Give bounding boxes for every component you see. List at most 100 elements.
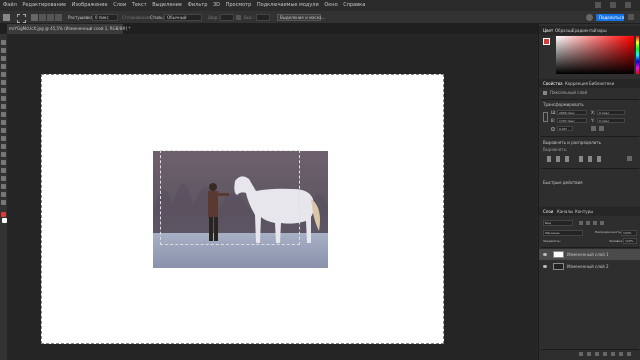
tab-layers[interactable]: Слои (543, 207, 553, 216)
flip-vertical-icon[interactable] (599, 126, 604, 131)
link-icon[interactable] (543, 112, 548, 122)
lasso-tool-icon[interactable] (1, 56, 6, 61)
menu-type[interactable]: Текст (132, 2, 147, 8)
align-bottom-icon[interactable] (597, 156, 601, 162)
align-left-icon[interactable] (547, 156, 551, 162)
tab-paths[interactable]: Контуры (575, 207, 593, 216)
type-tool-icon[interactable] (1, 168, 6, 173)
style-select[interactable]: Обычный (164, 14, 202, 21)
hue-slider[interactable] (636, 36, 639, 74)
align-top-icon[interactable] (579, 156, 583, 162)
tab-libraries[interactable]: Библиотеки (589, 79, 614, 88)
layer-name[interactable]: Измененный слой 1 (567, 249, 609, 260)
blur-tool-icon[interactable] (1, 144, 6, 149)
align-right-icon[interactable] (565, 156, 569, 162)
angle-input[interactable]: 0,00° (557, 126, 573, 131)
tab-swatches[interactable]: Образцы (555, 26, 574, 35)
zoom-tool-icon[interactable] (1, 200, 6, 205)
home-icon[interactable] (3, 14, 10, 21)
menu-help[interactable]: Справка (343, 2, 365, 8)
menu-layers[interactable]: Слои (113, 2, 126, 8)
menu-image[interactable]: Изображение (72, 2, 108, 8)
width-input[interactable] (220, 14, 234, 21)
adjustment-layer-icon[interactable] (603, 352, 607, 356)
blend-mode-select[interactable]: Обычные (543, 230, 583, 236)
layer-row[interactable]: Измененный слой 1 (539, 249, 640, 260)
smoothing-checkbox[interactable]: Сглаживание (122, 11, 151, 24)
more-options-icon[interactable] (627, 156, 632, 161)
tab-adjustments[interactable]: Коррекция (565, 79, 588, 88)
align-center-h-icon[interactable] (556, 156, 560, 162)
stamp-tool-icon[interactable] (1, 112, 6, 117)
gradient-tool-icon[interactable] (1, 136, 6, 141)
select-and-mask-button[interactable]: Выделение и маска... (277, 14, 325, 21)
transform-section-title[interactable]: Трансформировать (543, 102, 584, 107)
healing-tool-icon[interactable] (1, 96, 6, 101)
minimize-icon[interactable] (595, 2, 601, 8)
menu-edit[interactable]: Редактирование (22, 2, 66, 8)
marquee-tool-icon[interactable] (17, 14, 26, 23)
y-input[interactable]: 0 пикс (597, 118, 625, 123)
layer-row[interactable]: Измененный слой 2 (539, 261, 640, 272)
feather-input[interactable]: 0 пикс (92, 14, 118, 21)
move-tool-icon[interactable] (1, 40, 6, 45)
document-tab[interactable]: mrYGgMcUcX.jpg @ 45,5% (Измененный слой … (7, 24, 130, 34)
new-selection-icon[interactable] (31, 14, 38, 21)
intersect-selection-icon[interactable] (55, 14, 62, 21)
menu-filter[interactable]: Фильтр (188, 2, 208, 8)
hand-tool-icon[interactable] (1, 192, 6, 197)
eraser-tool-icon[interactable] (1, 128, 6, 133)
flip-horizontal-icon[interactable] (591, 126, 596, 131)
filter-adjustment-icon[interactable] (586, 221, 590, 225)
foreground-color-swatch[interactable] (543, 38, 550, 45)
layer-style-icon[interactable] (587, 352, 591, 356)
tab-color[interactable]: Цвет (543, 26, 553, 35)
add-selection-icon[interactable] (39, 14, 46, 21)
path-select-tool-icon[interactable] (1, 176, 6, 181)
align-section-title[interactable]: Выровнять и распределить (543, 140, 601, 145)
align-center-v-icon[interactable] (588, 156, 592, 162)
marquee-selection[interactable] (160, 150, 300, 245)
trash-icon[interactable] (627, 352, 631, 356)
menu-plugins[interactable]: Подключаемые модули (257, 2, 319, 8)
close-icon[interactable] (625, 2, 631, 8)
subtract-selection-icon[interactable] (47, 14, 54, 21)
crop-tool-icon[interactable] (1, 72, 6, 77)
fill-input[interactable]: 100% (623, 238, 637, 244)
link-layers-icon[interactable] (579, 352, 583, 356)
height-input[interactable] (256, 14, 270, 21)
menu-view[interactable]: Просмотр (226, 2, 252, 8)
eye-icon[interactable] (543, 265, 547, 268)
swap-icon[interactable] (236, 15, 241, 20)
brush-tool-icon[interactable] (1, 104, 6, 109)
filter-pixel-icon[interactable] (579, 221, 583, 225)
tab-gradients[interactable]: Градиенты (572, 26, 595, 35)
layer-name[interactable]: Измененный слой 2 (567, 261, 609, 272)
new-group-icon[interactable] (611, 352, 615, 356)
search-icon[interactable] (628, 14, 634, 20)
dodge-tool-icon[interactable] (1, 152, 6, 157)
quick-actions-title[interactable]: Быстрые действия (543, 180, 583, 185)
maximize-icon[interactable] (610, 2, 616, 8)
eyedropper-tool-icon[interactable] (1, 88, 6, 93)
opacity-input[interactable]: 100% (621, 230, 637, 236)
filter-type-icon[interactable] (593, 221, 597, 225)
marquee-tool-icon[interactable] (1, 48, 6, 53)
height-input[interactable]: 1707 пикс (557, 118, 587, 123)
frame-tool-icon[interactable] (1, 80, 6, 85)
menu-select[interactable]: Выделение (152, 2, 182, 8)
rectangle-tool-icon[interactable] (1, 184, 6, 189)
menu-window[interactable]: Окно (324, 2, 337, 8)
filter-shape-icon[interactable] (600, 221, 604, 225)
share-button[interactable]: Поделиться (596, 14, 624, 21)
eye-icon[interactable] (543, 253, 547, 256)
foreground-color-swatch[interactable] (1, 212, 6, 217)
tab-patterns[interactable]: Узоры (594, 26, 607, 35)
tab-channels[interactable]: Каналы (557, 207, 573, 216)
add-mask-icon[interactable] (595, 352, 599, 356)
menu-3d[interactable]: 3D (213, 2, 220, 8)
quick-select-tool-icon[interactable] (1, 64, 6, 69)
tab-properties[interactable]: Свойства (543, 79, 563, 88)
x-input[interactable]: 0 пикс (597, 110, 625, 115)
pen-tool-icon[interactable] (1, 160, 6, 165)
